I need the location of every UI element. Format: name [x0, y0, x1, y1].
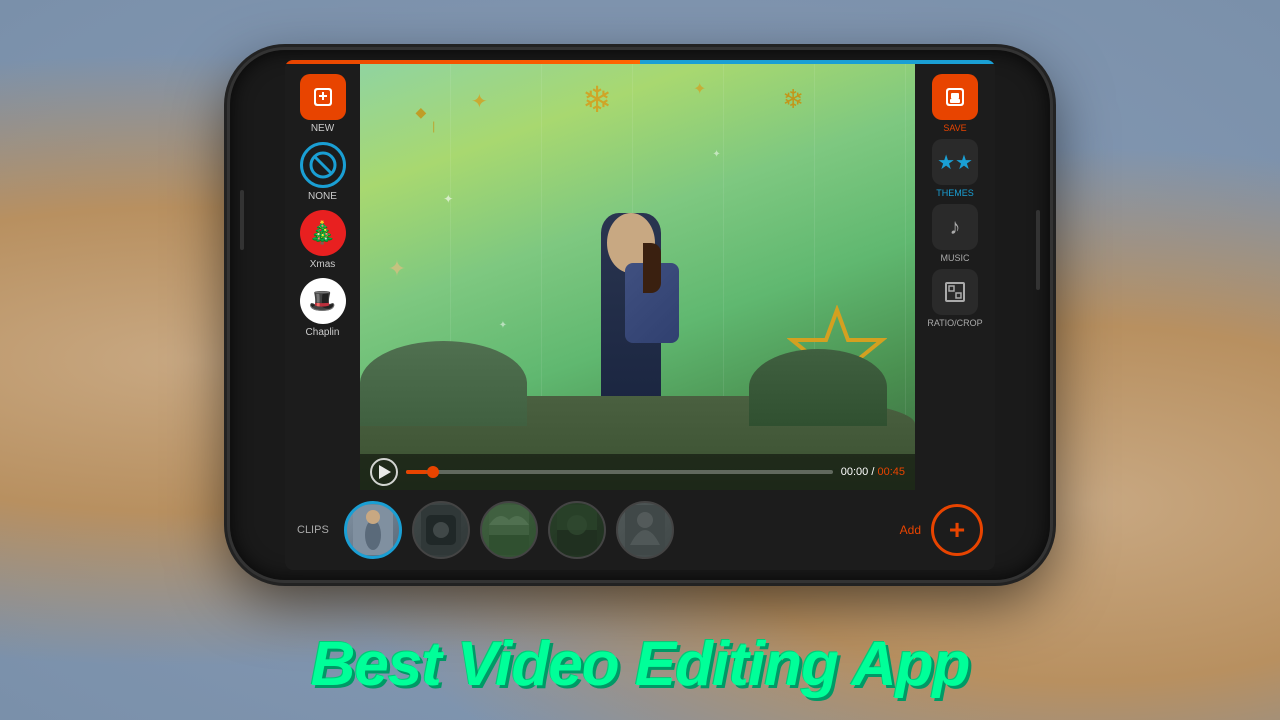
total-time: 00:45 [877, 466, 905, 478]
clip-thumb-1[interactable] [344, 501, 402, 559]
phone-power-button [1036, 210, 1040, 290]
ratio-crop-icon [932, 269, 978, 315]
chaplin-label: Chaplin [306, 327, 340, 338]
progress-thumb[interactable] [427, 466, 439, 478]
phone-screen: NEW NONE 🎄 [285, 60, 995, 570]
sparkle-2: ✦ [499, 320, 507, 331]
clip-4-preview [550, 503, 604, 557]
sidebar-item-save[interactable]: SAVE [932, 74, 978, 133]
clip-5-preview [618, 503, 672, 557]
star-deco-top-right: ❄ [782, 84, 804, 115]
play-button[interactable] [370, 458, 398, 486]
clips-section: CLIPS [285, 490, 995, 570]
clip-thumb-2[interactable] [412, 501, 470, 559]
clips-label: CLIPS [297, 524, 329, 536]
new-icon [300, 74, 346, 120]
add-clip-button[interactable]: + [931, 504, 983, 556]
sidebar-item-chaplin[interactable]: 🎩 Chaplin [300, 278, 346, 338]
sidebar-item-xmas[interactable]: 🎄 Xmas [300, 210, 346, 270]
none-icon [300, 142, 346, 188]
sidebar-item-none[interactable]: NONE [300, 142, 346, 202]
add-label: Add [900, 523, 921, 537]
clip-1-preview [347, 504, 399, 556]
save-icon [932, 74, 978, 120]
progress-track[interactable] [406, 470, 833, 474]
sidebar-item-new[interactable]: NEW [300, 74, 346, 134]
clip-3-preview [482, 503, 536, 557]
phone-volume-button [240, 190, 244, 250]
sidebar-item-music[interactable]: ♪ MUSIC [932, 204, 978, 263]
sidebar-item-themes[interactable]: ★★ THEMES [932, 139, 978, 198]
clip-2-preview [414, 503, 468, 557]
themes-icon: ★★ [932, 139, 978, 185]
clip-thumb-3[interactable] [480, 501, 538, 559]
time-display: 00:00 / 00:45 [841, 466, 905, 478]
kite-deco-left: ◆ [416, 104, 427, 121]
chaplin-icon: 🎩 [300, 278, 346, 324]
star-deco-top-center: ❄ [582, 79, 612, 121]
sparkle-3: ✦ [712, 149, 720, 160]
person-figure [571, 213, 691, 413]
new-label: NEW [311, 123, 334, 134]
video-preview: ❄ ✦ ❄ ✦ ◆ | ✦ ✦ ✦ ✦ [360, 64, 915, 490]
clip-thumb-5[interactable] [616, 501, 674, 559]
left-sidebar: NEW NONE 🎄 [285, 64, 360, 490]
xmas-label: Xmas [310, 259, 336, 270]
playback-bar: 00:00 / 00:45 [360, 454, 915, 490]
save-label: SAVE [943, 123, 966, 133]
right-sidebar: SAVE ★★ THEMES ♪ MUSIC [915, 64, 995, 490]
mountain-right [749, 349, 888, 426]
star-deco-top-left: ✦ [471, 89, 488, 114]
themes-label: THEMES [936, 188, 974, 198]
star-deco-mid-left: ✦ [388, 256, 406, 282]
play-icon [379, 465, 391, 479]
none-label: NONE [308, 191, 337, 202]
phone-device: NEW NONE 🎄 [230, 50, 1050, 580]
music-icon: ♪ [932, 204, 978, 250]
sidebar-item-ratio-crop[interactable]: RATIO/CROP [927, 269, 982, 328]
kite-string-1: | [432, 119, 435, 133]
bottom-tagline: Best Video Editing App [0, 629, 1280, 700]
progress-fill [406, 470, 427, 474]
music-label: MUSIC [941, 253, 970, 263]
clip-thumb-4[interactable] [548, 501, 606, 559]
current-time: 00:00 [841, 466, 869, 478]
star-small-1: ✦ [693, 79, 706, 99]
sparkle-1: ✦ [443, 192, 453, 206]
ratio-crop-label: RATIO/CROP [927, 318, 982, 328]
mountain-left [360, 341, 527, 426]
xmas-icon: 🎄 [300, 210, 346, 256]
main-content-area: NEW NONE 🎄 [285, 64, 995, 490]
